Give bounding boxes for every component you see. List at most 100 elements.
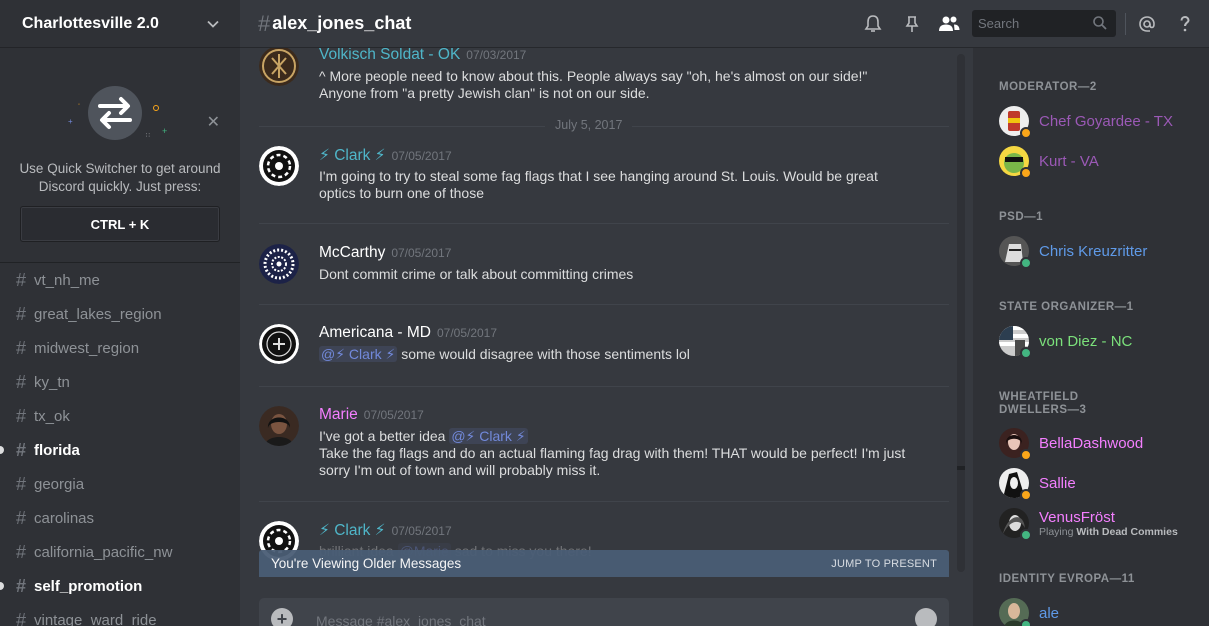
message-divider [259, 223, 949, 224]
channel-item[interactable]: # carolinas [0, 501, 240, 535]
channel-name: vintage_ward_ride [34, 611, 157, 626]
channel-item[interactable]: # midwest_region [0, 331, 240, 365]
toolbar-divider [1125, 13, 1126, 35]
channel-item[interactable]: # vintage_ward_ride [0, 603, 240, 626]
user-mention[interactable]: @⚡ Clark ⚡ [319, 346, 398, 362]
member-name: Sallie [1039, 474, 1076, 492]
message: Marie 07/05/2017 I've got a better idea … [259, 406, 949, 479]
message-timestamp: 07/03/2017 [466, 48, 527, 62]
member-item[interactable]: Chef Goyardee - TX [999, 103, 1173, 139]
channel-item-unread[interactable]: # florida [0, 433, 240, 467]
avatar [999, 598, 1032, 626]
activity-game: With Dead Commies [1076, 525, 1178, 538]
message-divider [259, 501, 949, 502]
avatar[interactable] [259, 244, 299, 284]
guild-header[interactable]: Charlottesville 2.0 [0, 0, 240, 48]
pin-icon[interactable] [902, 14, 922, 34]
user-mention[interactable]: @⚡ Clark ⚡ [449, 428, 528, 444]
hash-icon: # [16, 473, 27, 494]
avatar[interactable] [259, 146, 299, 186]
channel-name: california_pacific_nw [34, 543, 173, 561]
avatar [999, 326, 1032, 359]
role-header: STATE ORGANIZER—1 [999, 301, 1134, 313]
member-item[interactable]: Kurt - VA [999, 143, 1099, 179]
avatar [999, 428, 1032, 461]
member-list-icon[interactable] [937, 14, 961, 34]
message-composer[interactable]: + Message #alex_jones_chat [259, 598, 949, 626]
channel-item[interactable]: # ky_tn [0, 365, 240, 399]
member-name: Chris Kreuzritter [1039, 242, 1148, 260]
jump-to-present-button[interactable]: JUMP TO PRESENT [831, 558, 937, 570]
older-messages-text: You're Viewing Older Messages [271, 556, 462, 571]
message-author[interactable]: ⚡ Clark ⚡ [319, 521, 386, 540]
member-item[interactable]: ale [999, 595, 1059, 626]
message-text: sorry I'm out of town and will probably … [319, 462, 601, 478]
hash-icon: # [16, 507, 27, 528]
channel-item[interactable]: # tx_ok [0, 399, 240, 433]
member-item[interactable]: VenusFröst Playing With Dead Commies [999, 505, 1178, 541]
switch-arrows-icon: + ◦ ∷ + [68, 86, 167, 140]
role-header-line: DWELLERS—3 [999, 404, 1087, 416]
channel-item[interactable]: # vt_nh_me [0, 263, 240, 297]
hash-icon: # [16, 337, 27, 358]
emoji-icon[interactable] [915, 608, 937, 626]
message-timestamp: 07/05/2017 [391, 524, 452, 538]
message-author[interactable]: ⚡ Clark ⚡ [319, 146, 386, 165]
help-icon[interactable] [1175, 14, 1195, 34]
message-text-rest: some would disagree with those sentiment… [397, 346, 690, 362]
channel-header: # alex_jones_chat Search [240, 0, 1209, 48]
message-text: @⚡ Clark ⚡ some would disagree with thos… [319, 346, 949, 363]
unread-indicator [0, 582, 4, 590]
message-author[interactable]: Americana - MD [319, 324, 431, 342]
role-header-line: WHEATFIELD [999, 391, 1079, 403]
member-name: Kurt - VA [1039, 152, 1099, 170]
role-header: IDENTITY EVROPA—11 [999, 573, 1135, 585]
quick-switcher-tip: ✕ + ◦ ∷ + Use Quick Switcher to get arou… [0, 48, 240, 263]
message-timestamp: 07/05/2017 [363, 408, 424, 422]
member-activity: Playing With Dead Commies [1039, 526, 1178, 538]
avatar[interactable] [259, 48, 299, 86]
role-header: MODERATOR—2 [999, 81, 1097, 93]
message-divider [259, 386, 949, 387]
upload-plus-icon[interactable]: + [271, 608, 293, 626]
quick-switcher-text: Use Quick Switcher to get around Discord… [19, 161, 221, 194]
message-text: I'm going to try to steal some fag flags… [319, 168, 878, 184]
member-item[interactable]: Chris Kreuzritter [999, 233, 1147, 269]
channel-item[interactable]: # great_lakes_region [0, 297, 240, 331]
channel-item-unread[interactable]: # self_promotion [0, 569, 240, 603]
message-text: Take the fag flags and do an actual flam… [319, 445, 906, 461]
message: ⚡ Clark ⚡ 07/05/2017 I'm going to try to… [259, 146, 949, 202]
message-author[interactable]: Marie [319, 406, 358, 424]
quick-switcher-illustration: + ◦ ∷ + [0, 62, 240, 152]
message-timestamp: 07/05/2017 [436, 326, 498, 340]
member-item[interactable]: BellaDashwood [999, 425, 1143, 461]
role-header: WHEATFIELD DWELLERS—3 [999, 391, 1086, 417]
mentions-icon[interactable] [1137, 14, 1157, 34]
avatar[interactable] [259, 406, 299, 446]
message-input-placeholder: Message #alex_jones_chat [316, 613, 486, 626]
member-item[interactable]: Sallie [999, 465, 1076, 501]
bell-icon[interactable] [863, 14, 883, 34]
status-idle-indicator [1020, 127, 1032, 139]
channel-name: great_lakes_region [34, 305, 162, 323]
channel-name: self_promotion [34, 577, 143, 595]
message-text: I've got a better idea @⚡ Clark ⚡ [319, 428, 949, 445]
status-online-indicator [1020, 347, 1032, 359]
channel-item[interactable]: # california_pacific_nw [0, 535, 240, 569]
avatar [999, 236, 1032, 269]
member-item[interactable]: von Diez - NC [999, 323, 1132, 359]
scrollbar-thumb[interactable] [957, 466, 965, 470]
message-author[interactable]: McCarthy [319, 244, 385, 262]
message-author[interactable]: Volkisch Soldat - OK [319, 48, 460, 64]
scrollbar-track[interactable] [957, 54, 965, 572]
channel-name: midwest_region [34, 339, 140, 357]
sun-wheel-avatar-icon [259, 146, 299, 186]
date-divider-label: July 5, 2017 [545, 118, 633, 132]
member-name: Chef Goyardee - TX [1039, 112, 1173, 130]
avatar[interactable] [259, 324, 299, 364]
search-input[interactable]: Search [972, 10, 1116, 37]
channel-item[interactable]: # georgia [0, 467, 240, 501]
chevron-down-icon[interactable] [206, 17, 220, 31]
quick-switcher-shortcut[interactable]: CTRL + K [20, 206, 220, 242]
hash-icon: # [16, 303, 27, 324]
